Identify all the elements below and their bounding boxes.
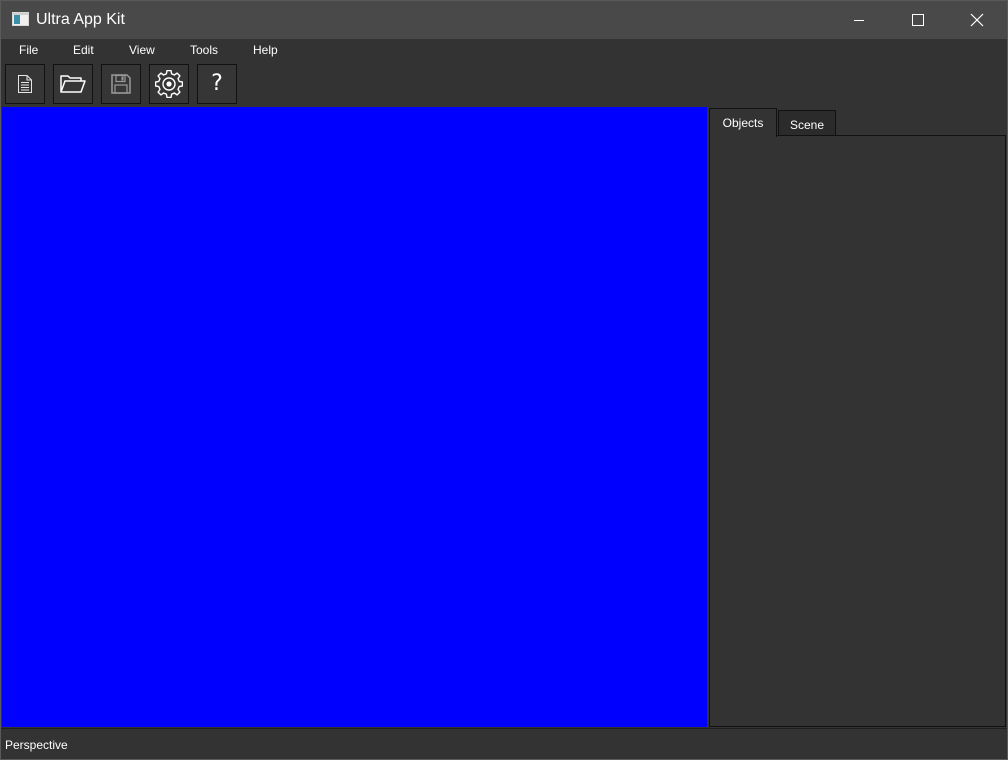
save-disk-icon bbox=[111, 74, 131, 94]
3d-viewport[interactable] bbox=[2, 107, 707, 727]
minimize-icon bbox=[854, 20, 864, 21]
maximize-icon bbox=[912, 14, 924, 26]
app-window: Ultra App Kit File Edit View Tools Help bbox=[0, 0, 1008, 760]
help-icon: ? bbox=[211, 71, 223, 96]
help-button[interactable]: ? bbox=[197, 64, 237, 104]
tab-scene[interactable]: Scene bbox=[778, 110, 836, 136]
status-bar: Perspective bbox=[1, 728, 1007, 759]
open-button[interactable] bbox=[53, 64, 93, 104]
app-icon bbox=[12, 12, 29, 26]
close-icon bbox=[970, 13, 984, 27]
window-title: Ultra App Kit bbox=[36, 11, 125, 28]
side-panel: Scene Objects bbox=[707, 107, 1007, 727]
menu-file[interactable]: File bbox=[19, 42, 38, 58]
status-text: Perspective bbox=[5, 738, 68, 752]
menu-help[interactable]: Help bbox=[253, 42, 278, 58]
close-button[interactable] bbox=[948, 1, 1006, 39]
minimize-button[interactable] bbox=[830, 1, 888, 39]
new-document-icon bbox=[18, 75, 32, 93]
maximize-button[interactable] bbox=[889, 1, 947, 39]
save-button[interactable] bbox=[101, 64, 141, 104]
toolbar: ? bbox=[1, 61, 1007, 107]
title-bar[interactable]: Ultra App Kit bbox=[1, 1, 1007, 39]
open-folder-icon bbox=[60, 75, 86, 93]
objects-panel bbox=[709, 135, 1006, 727]
tab-objects[interactable]: Objects bbox=[709, 108, 777, 137]
menu-view[interactable]: View bbox=[129, 42, 155, 58]
gear-icon bbox=[155, 70, 183, 98]
menu-edit[interactable]: Edit bbox=[73, 42, 94, 58]
menu-bar: File Edit View Tools Help bbox=[1, 39, 1007, 61]
settings-button[interactable] bbox=[149, 64, 189, 104]
menu-tools[interactable]: Tools bbox=[190, 42, 218, 58]
new-button[interactable] bbox=[5, 64, 45, 104]
